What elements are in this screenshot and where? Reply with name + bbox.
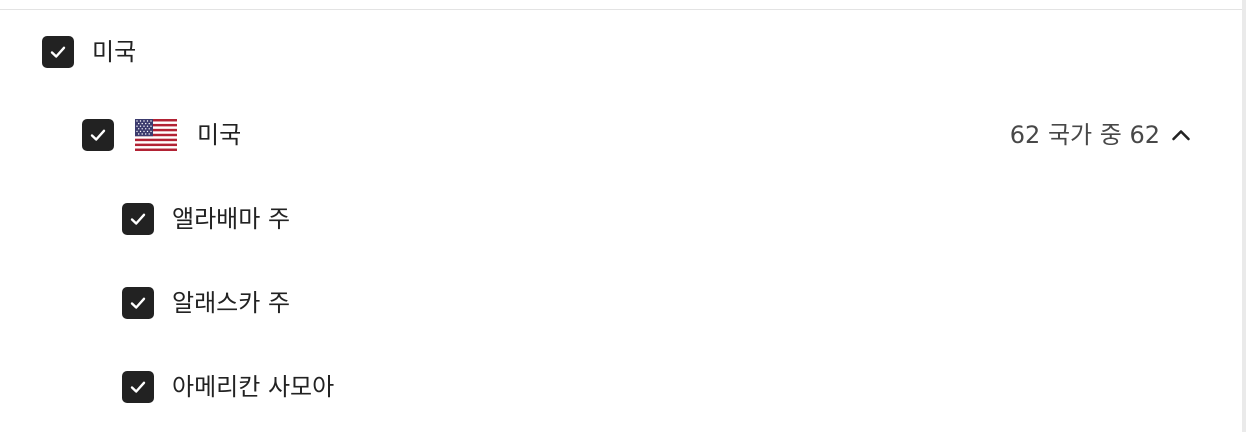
country-expand-toggle[interactable]: 62 국가 중 62 bbox=[1010, 115, 1192, 155]
scrollbar-track[interactable] bbox=[1242, 0, 1246, 432]
region-label: 미국 bbox=[92, 38, 137, 66]
state-row[interactable]: 아메리칸 사모아 bbox=[122, 367, 334, 407]
checkmark-icon bbox=[90, 129, 106, 141]
selected-count: 62 국가 중 62 bbox=[1009, 121, 1160, 149]
checkmark-icon bbox=[130, 381, 146, 393]
top-divider bbox=[0, 9, 1246, 10]
state-checkbox[interactable] bbox=[122, 287, 154, 319]
chevron-up-icon[interactable] bbox=[1170, 124, 1192, 146]
us-flag-icon bbox=[135, 119, 177, 151]
state-checkbox[interactable] bbox=[122, 371, 154, 403]
state-label: 알래스카 주 bbox=[172, 289, 291, 317]
state-label: 앨라배마 주 bbox=[172, 205, 291, 233]
checkmark-icon bbox=[130, 213, 146, 225]
checkmark-icon bbox=[130, 297, 146, 309]
country-label: 미국 bbox=[197, 121, 242, 149]
region-filter-panel: 미국 미국 62 국가 중 62 앨라배마 주 알래스카 주 아메리칸 사모아 bbox=[0, 0, 1246, 432]
country-row[interactable]: 미국 62 국가 중 62 bbox=[82, 115, 1192, 155]
state-row[interactable]: 알래스카 주 bbox=[122, 283, 290, 323]
state-row[interactable]: 앨라배마 주 bbox=[122, 199, 290, 239]
state-label: 아메리칸 사모아 bbox=[172, 373, 335, 401]
state-checkbox[interactable] bbox=[122, 203, 154, 235]
region-row[interactable]: 미국 bbox=[42, 32, 136, 72]
checkmark-icon bbox=[50, 46, 66, 58]
region-checkbox[interactable] bbox=[42, 36, 74, 68]
country-checkbox[interactable] bbox=[82, 119, 114, 151]
